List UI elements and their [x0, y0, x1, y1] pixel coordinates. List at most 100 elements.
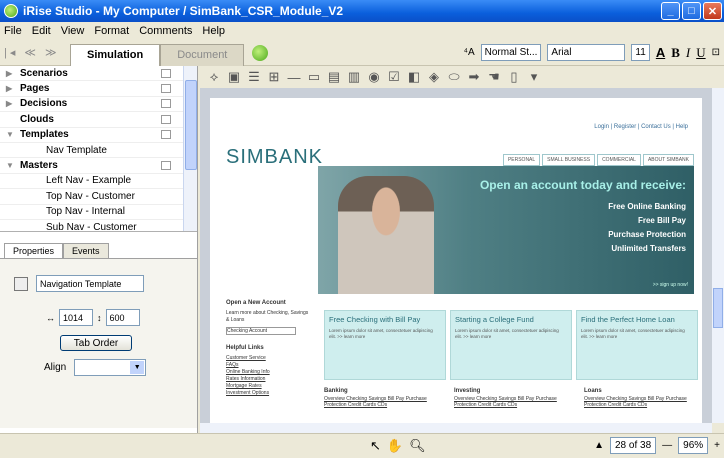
- name-input[interactable]: Navigation Template: [36, 275, 144, 292]
- zoom-out-icon[interactable]: —: [662, 440, 672, 451]
- image-icon[interactable]: ▣: [226, 69, 242, 85]
- promo-card[interactable]: Free Checking with Bill Pay Lorem ipsum d…: [324, 310, 446, 380]
- tree-item[interactable]: Left Nav - Example: [0, 174, 197, 190]
- nav-personal[interactable]: PERSONAL: [502, 154, 541, 166]
- scroll-thumb[interactable]: [713, 288, 723, 328]
- underline-button[interactable]: U: [696, 45, 705, 61]
- tab-properties[interactable]: Properties: [4, 243, 64, 258]
- helpful-link[interactable]: Online Banking Info: [226, 369, 310, 376]
- collapsed-arrow-icon[interactable]: ▶: [6, 69, 20, 78]
- hero-item: Unlimited Transfers: [611, 244, 686, 253]
- helpful-link[interactable]: Mortgage Rates: [226, 383, 310, 390]
- tree-item[interactable]: Sub Nav - Customer: [0, 220, 197, 231]
- minimize-button[interactable]: _: [661, 2, 680, 20]
- footer-column: Investing Overview Checking Savings Bill …: [454, 388, 572, 408]
- helpful-link[interactable]: Customer Service: [226, 355, 310, 362]
- tree-item[interactable]: Top Nav - Customer: [0, 189, 197, 205]
- page-indicator[interactable]: 28 of 38: [609, 437, 657, 454]
- zoom-select[interactable]: 96%: [678, 437, 709, 454]
- zoom-in-icon[interactable]: +: [714, 440, 720, 451]
- tab-order-button[interactable]: Tab Order: [60, 335, 132, 351]
- expanded-arrow-icon[interactable]: ▼: [6, 161, 20, 170]
- select-tool-icon[interactable]: ↖: [370, 438, 381, 454]
- list-icon[interactable]: ☰: [246, 69, 262, 85]
- promo-card[interactable]: Starting a College Fund Lorem ipsum dolor…: [450, 310, 572, 380]
- italic-button[interactable]: I: [686, 45, 690, 61]
- tree-item[interactable]: Top Nav - Internal: [0, 205, 197, 220]
- page-icon[interactable]: ▯: [506, 69, 522, 85]
- height-input[interactable]: 600: [105, 309, 140, 326]
- tab-events[interactable]: Events: [63, 243, 109, 258]
- pointer-icon[interactable]: ⟡: [206, 69, 222, 85]
- font-select[interactable]: Arial: [547, 44, 626, 61]
- tree-folder[interactable]: ▶ Pages: [0, 81, 197, 97]
- font-color-button[interactable]: A: [656, 45, 665, 60]
- helpful-links-title: Helpful Links: [226, 345, 264, 351]
- menu-view[interactable]: View: [61, 25, 85, 37]
- helpful-link[interactable]: FAQs: [226, 362, 310, 369]
- nav-small-business[interactable]: SMALL BUSINESS: [542, 154, 596, 166]
- hand-icon[interactable]: ☚: [486, 69, 502, 85]
- more-icon[interactable]: ▾: [526, 69, 542, 85]
- page-up-icon[interactable]: ▲: [594, 440, 604, 451]
- canvas-vertical-scrollbar[interactable]: [712, 88, 724, 423]
- tree-folder[interactable]: ▶ Decisions: [0, 97, 197, 113]
- radio-icon[interactable]: ◉: [366, 69, 382, 85]
- table-icon[interactable]: ⊞: [266, 69, 282, 85]
- tab-simulation[interactable]: Simulation: [70, 43, 161, 66]
- menu-format[interactable]: Format: [94, 25, 129, 37]
- collapsed-arrow-icon[interactable]: ▶: [6, 99, 20, 108]
- tree-folder[interactable]: ▼ Templates: [0, 128, 197, 143]
- bold-button[interactable]: B: [671, 45, 680, 61]
- tree-folder[interactable]: ▼ Masters: [0, 158, 197, 174]
- footer-links[interactable]: Overview Checking Savings Bill Pay Purch…: [454, 396, 557, 408]
- add-tab-icon[interactable]: [252, 44, 269, 61]
- tree-item[interactable]: Nav Template: [0, 143, 197, 159]
- maximize-button[interactable]: □: [682, 2, 701, 20]
- collapsed-arrow-icon[interactable]: ▶: [6, 84, 20, 93]
- close-button[interactable]: ✕: [703, 2, 722, 20]
- nav-about[interactable]: ABOUT SIMBANK: [642, 154, 694, 166]
- helpful-link[interactable]: Investment Options: [226, 390, 310, 397]
- open-account-title: Open a New Account: [226, 300, 286, 306]
- history-nav-arrows[interactable]: |◂ ≪ ≫: [0, 46, 70, 59]
- align-select[interactable]: ▼: [74, 359, 147, 376]
- zoom-tool-icon[interactable]: 🔍︎: [409, 438, 426, 454]
- window-title: iRise Studio - My Computer / SimBank_CSR…: [23, 4, 344, 18]
- promo-card[interactable]: Find the Perfect Home Loan Lorem ipsum do…: [576, 310, 698, 380]
- width-input[interactable]: 1014: [59, 309, 93, 326]
- button-widget-icon[interactable]: ▭: [306, 69, 322, 85]
- hyperlink-icon[interactable]: ◈: [426, 69, 442, 85]
- menu-edit[interactable]: Edit: [32, 25, 51, 37]
- font-size-select[interactable]: 11: [631, 44, 650, 61]
- scroll-thumb[interactable]: [185, 80, 197, 170]
- checkbox-icon[interactable]: ☑: [386, 69, 402, 85]
- tab-document[interactable]: Document: [160, 43, 245, 66]
- menu-help[interactable]: Help: [202, 25, 225, 37]
- select-widget-icon[interactable]: ▥: [346, 69, 362, 85]
- flow-icon[interactable]: ➡: [466, 69, 482, 85]
- footer-links[interactable]: Overview Checking Savings Bill Pay Purch…: [324, 396, 427, 408]
- nav-commercial[interactable]: COMMERCIAL: [597, 154, 641, 166]
- sign-up-link[interactable]: >> sign up now!: [653, 282, 688, 288]
- tree-scrollbar[interactable]: [183, 66, 197, 231]
- menu-file[interactable]: File: [4, 25, 22, 37]
- line-icon[interactable]: —: [286, 70, 302, 85]
- chart-icon[interactable]: ◧: [406, 69, 422, 85]
- toggle-icon[interactable]: ⬭: [446, 69, 462, 85]
- border-icon[interactable]: ⊡: [712, 47, 720, 58]
- input-widget-icon[interactable]: ▤: [326, 69, 342, 85]
- style-select[interactable]: Normal St...: [480, 44, 542, 61]
- pan-tool-icon[interactable]: ✋: [387, 438, 403, 454]
- tree-folder[interactable]: Clouds: [0, 112, 197, 128]
- tree-folder[interactable]: ▶ Scenarios: [0, 66, 197, 82]
- expanded-arrow-icon[interactable]: ▼: [6, 130, 20, 139]
- menu-comments[interactable]: Comments: [139, 25, 192, 37]
- footer-links[interactable]: Overview Checking Savings Bill Pay Purch…: [584, 396, 687, 408]
- top-links[interactable]: Login | Register | Contact Us | Help: [594, 124, 688, 130]
- account-select[interactable]: Checking Account: [226, 327, 296, 335]
- helpful-link[interactable]: Rates Information: [226, 376, 310, 383]
- design-canvas[interactable]: Login | Register | Contact Us | Help SIM…: [200, 88, 712, 423]
- canvas-horizontal-scrollbar[interactable]: [200, 423, 712, 433]
- folder-icon: [161, 84, 171, 94]
